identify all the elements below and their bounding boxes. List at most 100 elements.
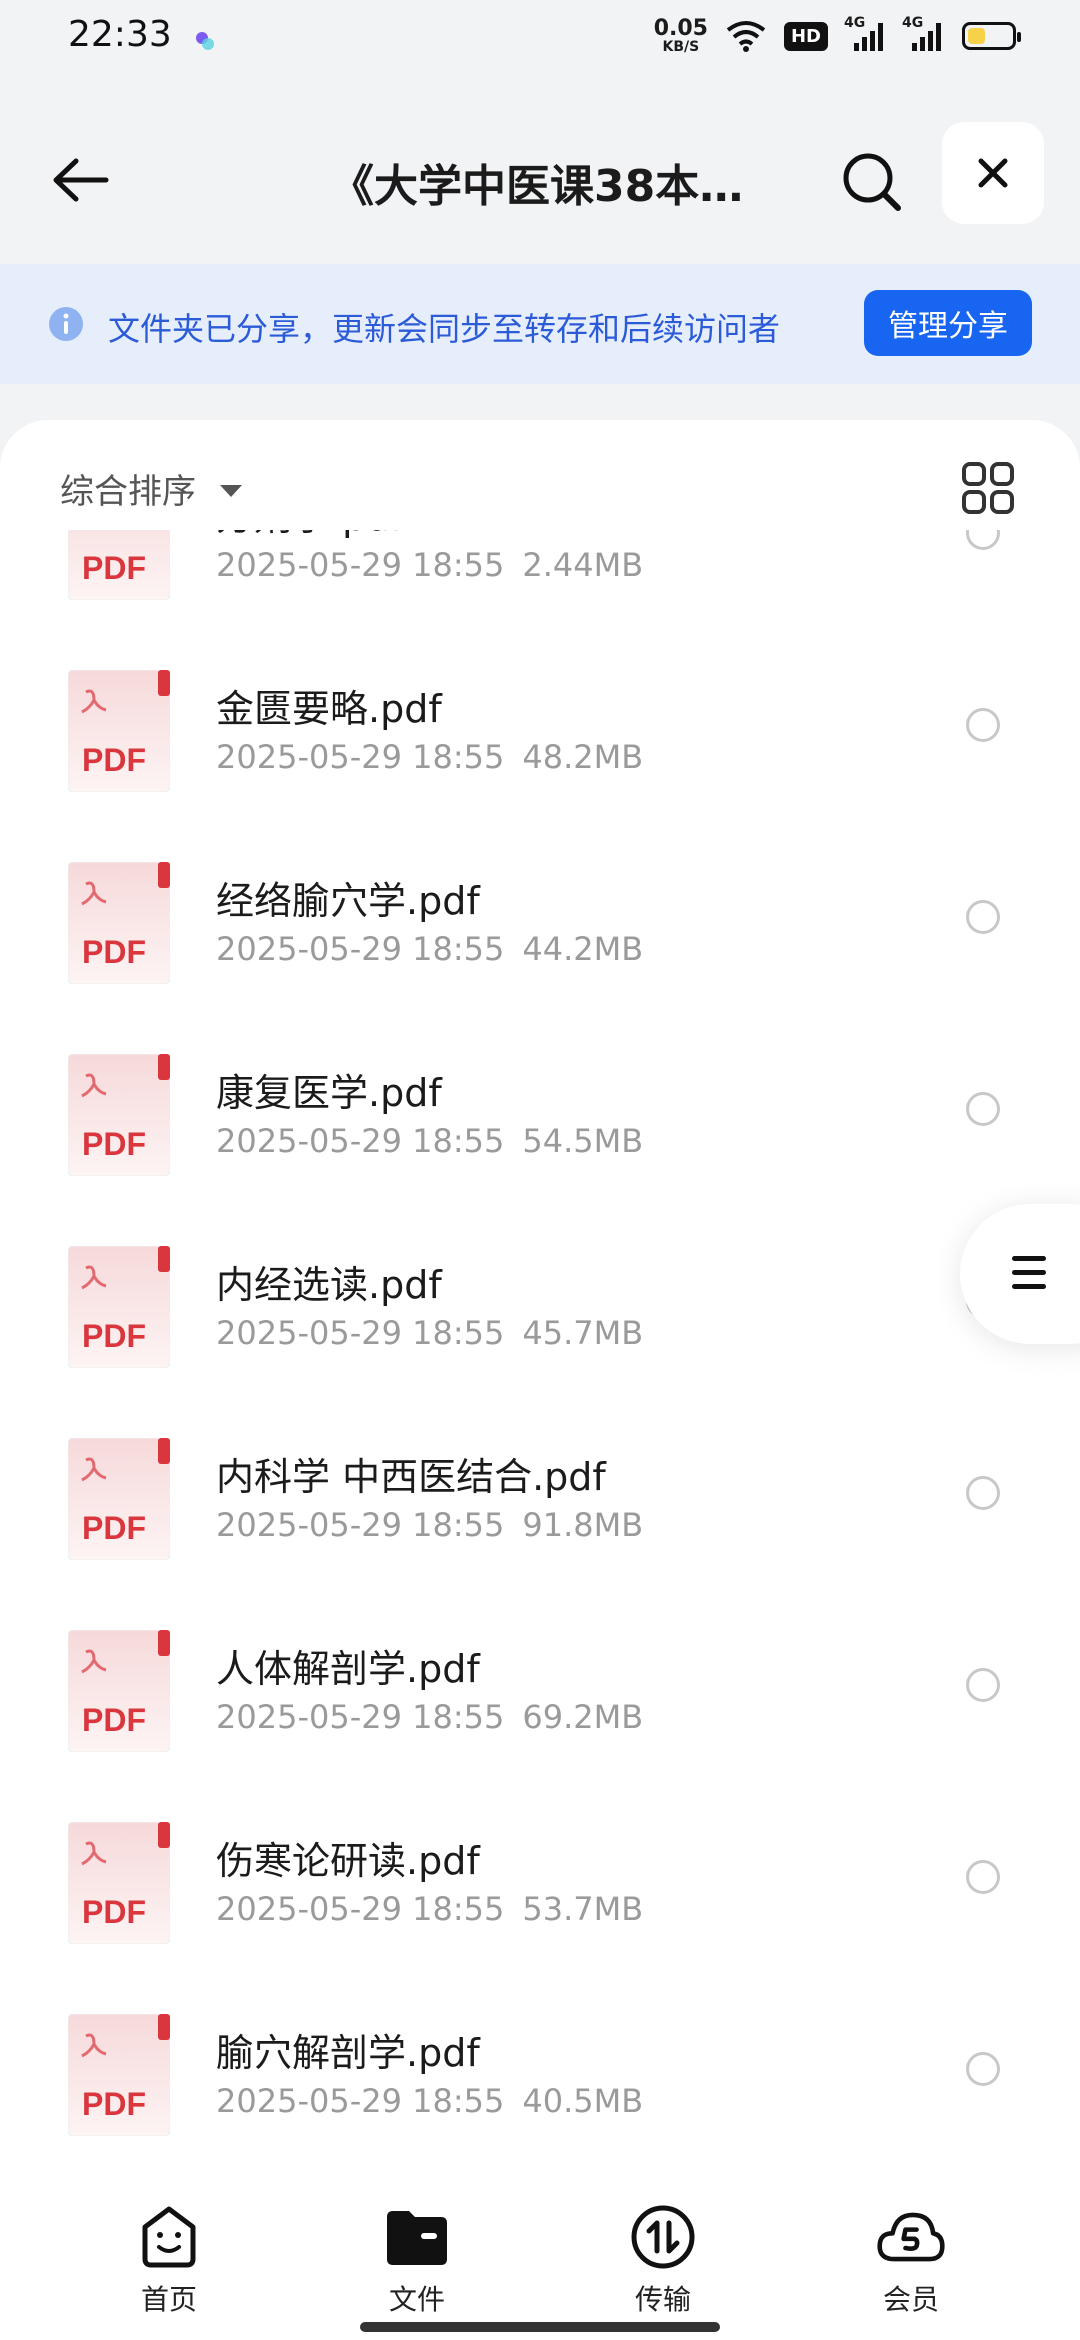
file-type-label: PDF: [82, 934, 146, 970]
file-size: 45.7MB: [522, 1314, 644, 1352]
file-name: 经络腧穴学.pdf: [216, 879, 480, 923]
grid-view-icon[interactable]: [960, 460, 1016, 516]
file-row[interactable]: PDF 经络腧穴学.pdf 2025-05-29 18:55 44.2MB: [0, 834, 1080, 1026]
file-type-label: PDF: [82, 742, 146, 778]
file-date: 2025-05-29 18:55: [216, 1698, 505, 1736]
file-meta: 2025-05-29 18:55 53.7MB: [216, 1890, 643, 1928]
file-date: 2025-05-29 18:55: [216, 1890, 505, 1928]
info-icon: [49, 307, 83, 341]
menu-icon: [1012, 1256, 1046, 1298]
tab-label: 文件: [388, 2283, 445, 2316]
banner-text: 文件夹已分享，更新会同步至转存和后续访问者: [108, 310, 781, 348]
close-icon: [978, 158, 1008, 188]
file-name: 内经选读.pdf: [216, 1263, 442, 1307]
file-size: 91.8MB: [522, 1506, 644, 1544]
file-meta: 2025-05-29 18:55 48.2MB: [216, 738, 643, 776]
file-date: 2025-05-29 18:55: [216, 2082, 505, 2120]
file-meta: 2025-05-29 18:55 69.2MB: [216, 1698, 643, 1736]
back-arrow-icon: [53, 158, 109, 202]
select-checkbox[interactable]: [966, 2052, 1000, 2086]
select-checkbox[interactable]: [966, 530, 1000, 550]
file-date: 2025-05-29 18:55: [216, 546, 505, 584]
file-size: 54.5MB: [522, 1122, 644, 1160]
manage-share-button[interactable]: 管理分享: [864, 290, 1032, 356]
file-name: 方剂学.pdf: [216, 530, 404, 541]
file-type-label: PDF: [82, 2086, 146, 2122]
file-type-label: PDF: [82, 550, 146, 586]
caret-down-icon: [220, 484, 242, 497]
file-type-label: PDF: [82, 1318, 146, 1354]
net-speed-unit: KB/S: [662, 39, 700, 55]
battery-fill: [968, 28, 985, 44]
file-name: 伤寒论研读.pdf: [216, 1839, 480, 1883]
page-title: 《大学中医课38本…: [330, 161, 744, 212]
file-row[interactable]: PDF 金匮要略.pdf 2025-05-29 18:55 48.2MB: [0, 642, 1080, 834]
tab-vip[interactable]: 会员: [836, 2202, 986, 2318]
select-checkbox[interactable]: [966, 1092, 1000, 1126]
file-meta: 2025-05-29 18:55 2.44MB: [216, 546, 643, 584]
status-icons: 0.05 KB/S HD 4G 4G: [653, 15, 1021, 55]
file-row[interactable]: PDF 方剂学.pdf 2025-05-29 18:55 2.44MB: [0, 530, 1080, 642]
file-size: 53.7MB: [522, 1890, 644, 1928]
vip-cloud-icon: [876, 2202, 946, 2272]
search-button[interactable]: [832, 142, 912, 222]
file-date: 2025-05-29 18:55: [216, 1314, 505, 1352]
file-name: 康复医学.pdf: [216, 1071, 442, 1115]
wifi-icon: [726, 21, 766, 52]
file-type-label: PDF: [82, 1510, 146, 1546]
tab-label: 首页: [140, 2283, 197, 2316]
status-bar: 22:33 0.05 KB/S HD 4G 4G: [0, 0, 1080, 80]
select-checkbox[interactable]: [966, 900, 1000, 934]
tab-label: 传输: [634, 2283, 691, 2316]
sort-label: 综合排序: [60, 472, 196, 512]
signal-icon: 4G: [902, 15, 944, 51]
file-meta: 2025-05-29 18:55 54.5MB: [216, 1122, 643, 1160]
file-size: 44.2MB: [522, 930, 644, 968]
file-name: 人体解剖学.pdf: [216, 1647, 480, 1691]
tab-label: 会员: [882, 2283, 939, 2316]
sort-dropdown[interactable]: 综合排序: [60, 464, 242, 513]
tab-files[interactable]: 文件: [342, 2202, 492, 2318]
file-row[interactable]: PDF 人体解剖学.pdf 2025-05-29 18:55 69.2MB: [0, 1602, 1080, 1794]
file-meta: 2025-05-29 18:55 44.2MB: [216, 930, 643, 968]
signal-icon: 4G: [844, 15, 886, 51]
file-size: 69.2MB: [522, 1698, 644, 1736]
select-checkbox[interactable]: [966, 1860, 1000, 1894]
file-name: 内科学 中西医结合.pdf: [216, 1455, 606, 1499]
file-date: 2025-05-29 18:55: [216, 930, 505, 968]
file-list: PDF 方剂学.pdf 2025-05-29 18:55 2.44MB PDF 金匮要略.…: [0, 530, 1080, 2210]
file-row[interactable]: PDF 腧穴解剖学.pdf 2025-05-29 18:55 40.5MB: [0, 1986, 1080, 2178]
bottom-tab-bar: 首页 文件 传输 会员: [0, 2180, 1080, 2340]
battery-icon: [962, 22, 1021, 50]
back-button[interactable]: [40, 140, 120, 220]
select-checkbox[interactable]: [966, 708, 1000, 742]
file-row[interactable]: PDF 内科学 中西医结合.pdf 2025-05-29 18:55 91.8MB: [0, 1410, 1080, 1602]
file-row[interactable]: PDF 康复医学.pdf 2025-05-29 18:55 54.5MB: [0, 1026, 1080, 1218]
file-size: 2.44MB: [522, 546, 644, 584]
select-checkbox[interactable]: [966, 1668, 1000, 1702]
file-type-label: PDF: [82, 1702, 146, 1738]
file-meta: 2025-05-29 18:55 40.5MB: [216, 2082, 643, 2120]
tab-transfer[interactable]: 传输: [588, 2202, 738, 2318]
file-list-items: PDF 方剂学.pdf 2025-05-29 18:55 2.44MB PDF 金匮要略.…: [0, 530, 1080, 2178]
status-time: 22:33: [68, 14, 172, 55]
file-list-card: 综合排序 PDF方剂学.pdf2025-05-29 18:552.44MBPDF…: [0, 420, 1080, 2210]
file-row[interactable]: PDF 内经选读.pdf 2025-05-29 18:55 45.7MB: [0, 1218, 1080, 1410]
file-meta: 2025-05-29 18:55 91.8MB: [216, 1506, 643, 1544]
file-size: 40.5MB: [522, 2082, 644, 2120]
folder-icon: [382, 2202, 452, 2272]
select-checkbox[interactable]: [966, 1476, 1000, 1510]
home-indicator[interactable]: [360, 2322, 720, 2332]
file-type-label: PDF: [82, 1126, 146, 1162]
file-row[interactable]: PDF 伤寒论研读.pdf 2025-05-29 18:55 53.7MB: [0, 1794, 1080, 1986]
assistant-dot-icon: [196, 32, 214, 50]
share-banner: 文件夹已分享，更新会同步至转存和后续访问者 管理分享: [0, 264, 1080, 384]
net-speed-value: 0.05: [653, 16, 708, 41]
file-date: 2025-05-29 18:55: [216, 1122, 505, 1160]
tab-home[interactable]: 首页: [94, 2202, 244, 2318]
search-icon: [843, 153, 901, 211]
transfer-icon: [628, 2202, 698, 2272]
file-name: 金匮要略.pdf: [216, 687, 442, 731]
signal-label: 4G: [902, 15, 924, 31]
close-button[interactable]: [942, 122, 1044, 224]
